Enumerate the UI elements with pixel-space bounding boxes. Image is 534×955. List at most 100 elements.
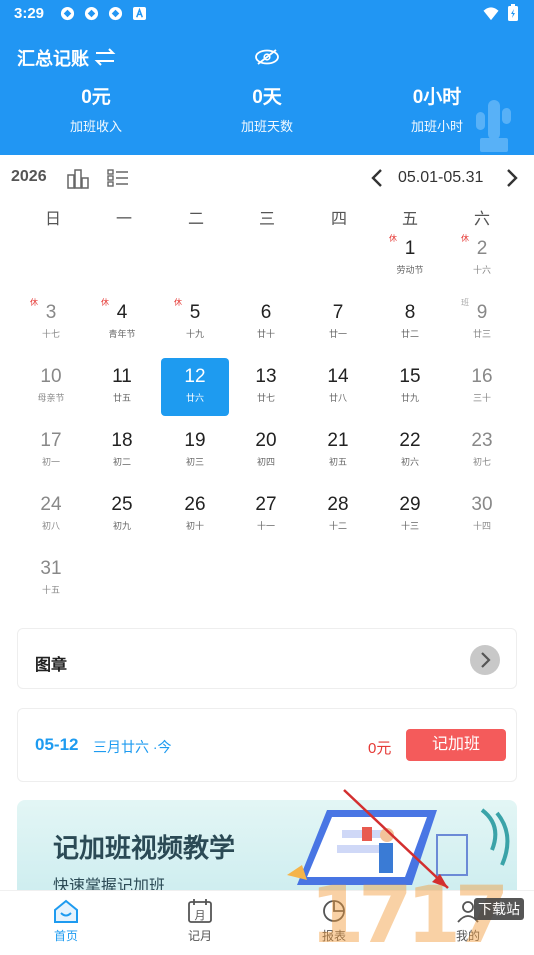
previous-month-icon[interactable] — [367, 166, 387, 190]
swap-icon[interactable] — [94, 47, 116, 67]
hide-amount-eye-icon[interactable] — [254, 48, 280, 66]
lunar-date: 初九 — [112, 521, 131, 531]
day-number: 21 — [327, 430, 349, 451]
weekday-label: 五 — [401, 211, 418, 228]
day-number: 11 — [112, 366, 132, 387]
home-icon — [54, 899, 78, 923]
calendar-day[interactable]: 24 初八 — [17, 486, 85, 544]
holiday-tag: 休 — [174, 298, 182, 307]
calendar-day[interactable]: 8 廿二 — [376, 294, 444, 352]
calendar-day[interactable]: 19 初三 — [161, 422, 229, 480]
calendar-day[interactable]: 7 廿一 — [304, 294, 372, 352]
lunar-date: 初十 — [185, 521, 204, 531]
calendar-day[interactable]: 26 初十 — [161, 486, 229, 544]
calendar-month-icon: 月 — [188, 899, 212, 923]
calendar-day[interactable]: 18 初二 — [88, 422, 156, 480]
calendar-day[interactable]: 10 母亲节 — [17, 358, 85, 416]
calendar-day[interactable]: 班 9 廿三 — [448, 294, 516, 352]
seal-card[interactable]: 图章 — [17, 628, 517, 689]
calendar-day[interactable]: 30 十四 — [448, 486, 516, 544]
calendar-day[interactable]: 23 初七 — [448, 422, 516, 480]
day-number: 15 — [399, 366, 421, 387]
year-label[interactable]: 2026 — [11, 168, 47, 186]
day-number: 23 — [471, 430, 493, 451]
calendar-day[interactable]: 16 三十 — [448, 358, 516, 416]
banner-title: 记加班视频教学 — [53, 833, 236, 863]
overtime-date: 05-12 — [35, 735, 79, 754]
calendar-day[interactable]: 25 初九 — [88, 486, 156, 544]
lunar-date: 初一 — [41, 457, 60, 467]
day-number: 13 — [255, 366, 277, 387]
battery-icon — [508, 4, 518, 21]
calendar-day[interactable]: 15 廿九 — [376, 358, 444, 416]
lunar-date: 十三 — [400, 521, 419, 531]
chevron-right-icon — [481, 652, 491, 668]
record-overtime-button[interactable]: 记加班 — [406, 729, 506, 761]
day-number: 26 — [184, 494, 206, 515]
day-number: 10 — [40, 366, 62, 387]
calendar-day[interactable]: 休 3 十七 — [17, 294, 85, 352]
tab-home[interactable]: 首页 — [26, 891, 106, 951]
day-number: 1 — [404, 238, 416, 259]
lunar-date: 廿七 — [256, 393, 275, 403]
stat-value: 0天 — [252, 87, 282, 108]
day-number: 5 — [189, 302, 201, 323]
calendar-day[interactable]: 11 廿五 — [88, 358, 156, 416]
calendar-day[interactable]: 28 十二 — [304, 486, 372, 544]
day-number: 7 — [332, 302, 344, 323]
calendar-day[interactable]: 休 5 十九 — [161, 294, 229, 352]
overtime-amount: 0元 — [368, 740, 392, 757]
lunar-date: 十一 — [256, 521, 275, 531]
lunar-date: 初三 — [185, 457, 204, 467]
holiday-tag: 班 — [461, 298, 469, 307]
day-number: 22 — [399, 430, 421, 451]
weekday-header: 日 一 二 三 四 五 六 — [0, 205, 534, 228]
weekday-label: 四 — [330, 211, 347, 228]
day-number: 20 — [255, 430, 277, 451]
calendar-day[interactable]: 休 4 青年节 — [88, 294, 156, 352]
calendar-day[interactable]: 休 1 劳动节 — [376, 230, 444, 288]
lunar-date: 廿二 — [400, 329, 419, 339]
day-number: 19 — [184, 430, 206, 451]
weekday-label: 日 — [44, 211, 61, 228]
holiday-tag: 休 — [30, 298, 38, 307]
calendar-day[interactable]: 29 十三 — [376, 486, 444, 544]
stat-value: 0元 — [81, 87, 111, 108]
holiday-tag: 休 — [461, 234, 469, 243]
summary-title[interactable]: 汇总记账 — [17, 45, 89, 71]
day-number: 31 — [40, 558, 62, 579]
calendar-day[interactable]: 21 初五 — [304, 422, 372, 480]
summary-header: 3:29 汇总记账 0元 加班收入 0天 加班天数 0小时 加班小时 — [0, 0, 534, 155]
cactus-decoration-icon — [476, 100, 511, 152]
calendar-day[interactable]: 14 廿八 — [304, 358, 372, 416]
calendar-day[interactable]: 27 十一 — [232, 486, 300, 544]
lunar-date: 廿九 — [400, 393, 419, 403]
watermark-text: 下载站 — [474, 898, 524, 920]
day-number: 25 — [111, 494, 133, 515]
holiday-tag: 休 — [389, 234, 397, 243]
list-view-icon[interactable] — [107, 168, 129, 188]
calendar-day[interactable]: 17 初一 — [17, 422, 85, 480]
calendar-day[interactable]: 12 廿六 — [161, 358, 229, 416]
calendar-day[interactable]: 22 初六 — [376, 422, 444, 480]
calendar-day[interactable]: 20 初四 — [232, 422, 300, 480]
seal-open-button[interactable] — [470, 645, 500, 675]
building-chart-icon[interactable] — [66, 167, 90, 189]
day-number: 30 — [471, 494, 493, 515]
calendar-day[interactable]: 31 十五 — [17, 550, 85, 608]
weekday-label: 三 — [258, 211, 275, 228]
day-number: 6 — [260, 302, 272, 323]
day-number: 3 — [45, 302, 57, 323]
status-time: 3:29 — [14, 5, 45, 22]
next-month-icon[interactable] — [502, 166, 522, 190]
day-number: 24 — [40, 494, 62, 515]
day-number: 28 — [327, 494, 349, 515]
app-notification-icon — [133, 7, 146, 20]
tab-month[interactable]: 月 记月 — [160, 891, 240, 951]
calendar-day[interactable]: 6 廿十 — [232, 294, 300, 352]
calendar-day[interactable]: 休 2 十六 — [448, 230, 516, 288]
date-range[interactable]: 05.01-05.31 — [398, 169, 483, 187]
day-number: 27 — [255, 494, 277, 515]
holiday-tag: 休 — [101, 298, 109, 307]
calendar-day[interactable]: 13 廿七 — [232, 358, 300, 416]
